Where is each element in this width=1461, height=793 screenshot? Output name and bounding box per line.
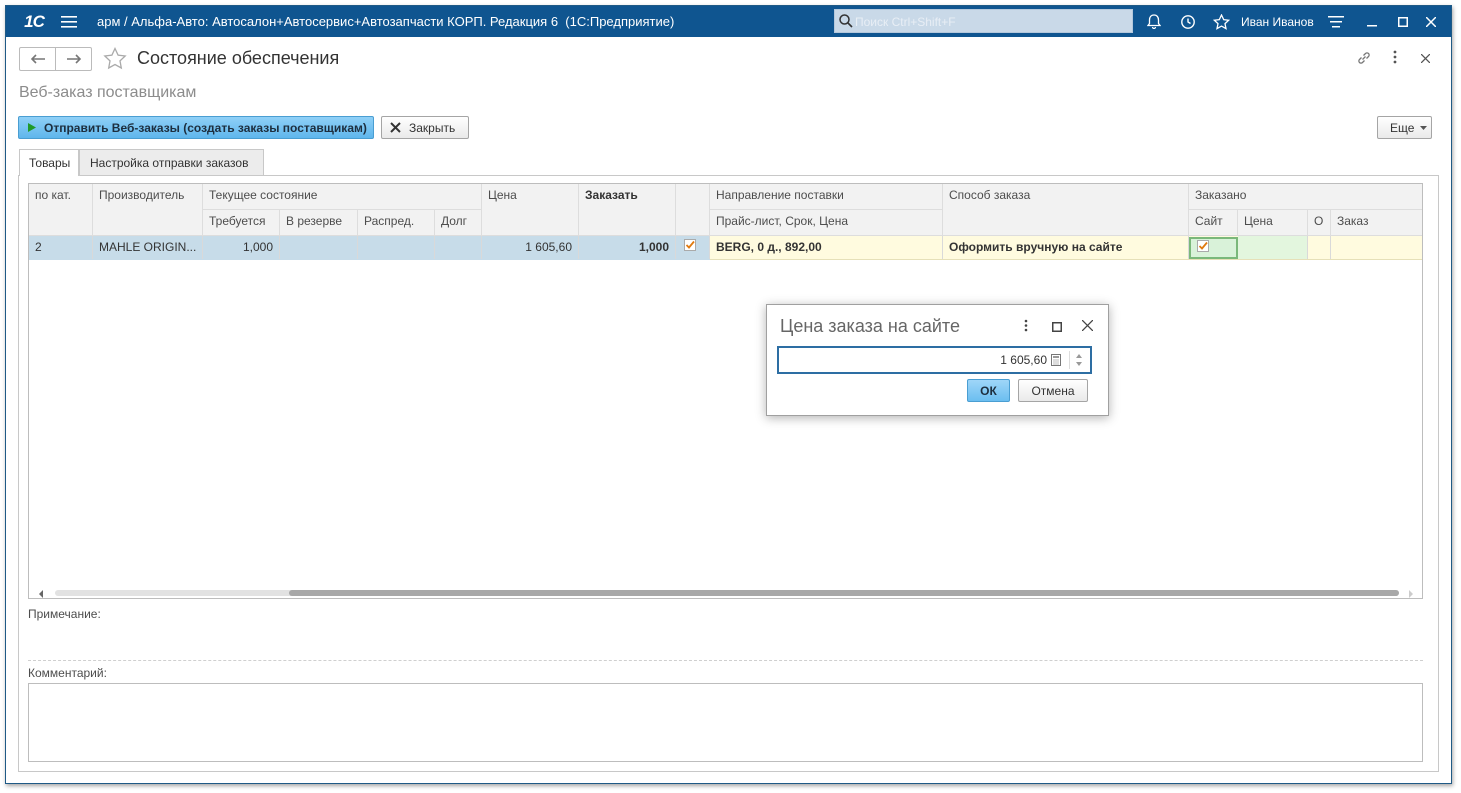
close-x-icon xyxy=(390,122,401,133)
user-name[interactable]: Иван Иванов xyxy=(1241,15,1314,29)
cell-distributed[interactable] xyxy=(358,236,435,259)
col-required[interactable]: Требуется xyxy=(203,210,280,236)
col-order[interactable]: Заказать xyxy=(579,184,676,236)
cell-ordered-price[interactable] xyxy=(1238,236,1308,259)
cell-order[interactable]: 1,000 xyxy=(579,236,676,259)
dialog-title: Цена заказа на сайте xyxy=(780,316,960,336)
tab-goods[interactable]: Товары xyxy=(19,149,79,176)
cell-debt[interactable] xyxy=(435,236,482,259)
ok-button-label: ОК xyxy=(980,383,997,398)
comment-field[interactable] xyxy=(28,683,1423,762)
cell-required[interactable]: 1,000 xyxy=(203,236,280,259)
1c-logo[interactable]: 1С xyxy=(16,6,52,37)
col-distributed[interactable]: Распред. xyxy=(358,210,435,236)
cell-cat-no[interactable]: 2 xyxy=(29,236,93,259)
calculator-icon[interactable] xyxy=(1051,354,1061,366)
more-vertical-icon[interactable] xyxy=(1393,50,1397,67)
more-button[interactable]: Еще xyxy=(1377,116,1432,139)
send-button-label: Отправить Веб-заказы (создать заказы пос… xyxy=(44,120,367,135)
chevron-down-icon xyxy=(1420,125,1428,130)
checkbox-checked-icon xyxy=(1197,240,1209,252)
col-direction[interactable]: Направление поставки xyxy=(710,184,943,210)
favorites-icon[interactable] xyxy=(1211,6,1231,37)
arrow-left-icon xyxy=(30,54,45,64)
bell-icon[interactable] xyxy=(1144,6,1164,37)
spin-up-icon[interactable] xyxy=(1076,354,1082,358)
col-manufacturer[interactable]: Производитель xyxy=(93,184,203,236)
title-bar: 1С арм / Альфа-Авто: Автосалон+Автосерви… xyxy=(6,6,1451,37)
col-cat-no[interactable]: по кат. xyxy=(29,184,93,236)
send-web-orders-button[interactable]: Отправить Веб-заказы (создать заказы пос… xyxy=(18,116,374,139)
form-subtitle: Веб-заказ поставщикам xyxy=(19,84,197,101)
col-o[interactable]: О xyxy=(1308,210,1331,236)
cancel-button-label: Отмена xyxy=(1031,383,1075,398)
link-icon[interactable] xyxy=(1356,50,1372,69)
cell-site[interactable] xyxy=(1189,237,1238,259)
search-icon xyxy=(839,14,853,28)
col-order-check[interactable] xyxy=(676,184,710,236)
menu-icon[interactable] xyxy=(58,6,80,37)
cell-manufacturer[interactable]: MAHLE ORIGIN... xyxy=(93,236,203,259)
checkbox-checked-icon xyxy=(684,239,696,251)
history-icon[interactable] xyxy=(1178,6,1198,37)
cell-price[interactable]: 1 605,60 xyxy=(482,236,579,259)
arrow-right-icon xyxy=(66,54,81,64)
col-ordered-price[interactable]: Цена xyxy=(1238,210,1308,236)
cell-order-method[interactable]: Оформить вручную на сайте xyxy=(943,236,1189,259)
divider xyxy=(28,660,1423,661)
col-ordered-order[interactable]: Заказ xyxy=(1331,210,1422,236)
more-button-label: Еще xyxy=(1390,120,1415,135)
cancel-button[interactable]: Отмена xyxy=(1018,379,1088,402)
close-window-icon[interactable] xyxy=(1420,6,1442,37)
minimize-icon[interactable] xyxy=(1361,6,1383,37)
col-debt[interactable]: Долг xyxy=(435,210,482,236)
price-dialog: Цена заказа на сайте 1 605,60 ОК Отмена xyxy=(766,304,1109,416)
col-price[interactable]: Цена xyxy=(482,184,579,236)
forward-button[interactable] xyxy=(55,47,92,71)
scrollbar-thumb[interactable] xyxy=(289,590,1399,596)
col-price-list[interactable]: Прайс-лист, Срок, Цена xyxy=(710,210,943,236)
settings-lines-icon[interactable] xyxy=(1326,6,1346,37)
cell-o[interactable] xyxy=(1308,236,1331,259)
favorite-star-icon[interactable] xyxy=(103,46,127,73)
cell-ordered-order[interactable] xyxy=(1331,236,1422,259)
note-label: Примечание: xyxy=(28,607,101,621)
ok-button[interactable]: ОК xyxy=(967,379,1010,402)
maximize-icon[interactable] xyxy=(1392,6,1414,37)
tab-order-settings-label: Настройка отправки заказов xyxy=(90,156,249,170)
search-input[interactable]: Поиск Ctrl+Shift+F xyxy=(834,9,1133,33)
price-input-value: 1 605,60 xyxy=(1000,353,1047,367)
tab-order-settings[interactable]: Настройка отправки заказов xyxy=(79,149,264,175)
col-order-method[interactable]: Способ заказа xyxy=(943,184,1189,236)
col-ordered[interactable]: Заказано xyxy=(1189,184,1422,210)
price-input[interactable]: 1 605,60 xyxy=(777,346,1092,374)
dialog-close-icon[interactable] xyxy=(1081,319,1094,334)
horizontal-scrollbar[interactable] xyxy=(29,587,1422,598)
close-button-label: Закрыть xyxy=(409,120,456,135)
close-button[interactable]: Закрыть xyxy=(381,116,469,139)
dialog-more-icon[interactable] xyxy=(1024,319,1028,335)
col-current-state[interactable]: Текущее состояние xyxy=(203,184,482,210)
scroll-right-icon[interactable] xyxy=(1408,590,1414,598)
play-icon xyxy=(28,123,36,132)
spin-divider xyxy=(1069,351,1070,369)
cell-reserved[interactable] xyxy=(280,236,358,259)
col-site[interactable]: Сайт xyxy=(1189,210,1238,236)
cell-price-list[interactable]: BERG, 0 д., 892,00 xyxy=(710,236,943,259)
goods-table: по кат. Производитель Текущее состояние … xyxy=(28,183,1423,599)
search-placeholder: Поиск Ctrl+Shift+F xyxy=(855,15,956,29)
tab-goods-label: Товары xyxy=(29,156,71,170)
close-form-icon[interactable] xyxy=(1420,52,1431,66)
scroll-left-icon[interactable] xyxy=(38,590,44,598)
dialog-maximize-icon[interactable] xyxy=(1052,321,1062,335)
page-title: Состояние обеспечения xyxy=(137,48,340,68)
window-title: арм / Альфа-Авто: Автосалон+Автосервис+А… xyxy=(97,14,675,29)
cell-order-check[interactable] xyxy=(676,236,710,259)
comment-label: Комментарий: xyxy=(28,666,107,680)
main-window: 1С арм / Альфа-Авто: Автосалон+Автосерви… xyxy=(5,5,1452,784)
spin-down-icon[interactable] xyxy=(1076,362,1082,366)
back-button[interactable] xyxy=(19,47,56,71)
col-reserved[interactable]: В резерве xyxy=(280,210,358,236)
